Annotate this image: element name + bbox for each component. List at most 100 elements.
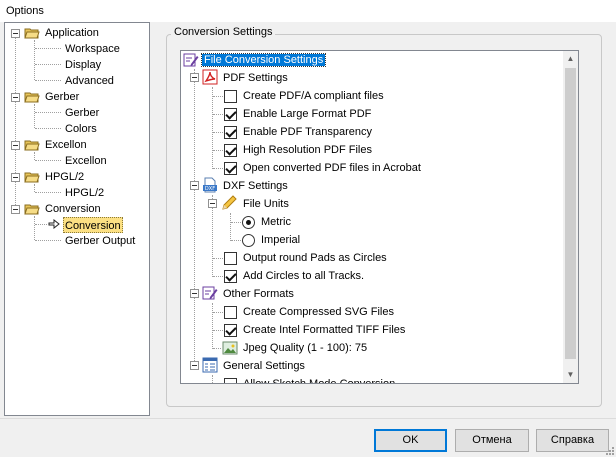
collapse-excellon-toggle[interactable] <box>11 141 20 150</box>
imperial-radio[interactable] <box>242 234 255 247</box>
conversion-settings-tree[interactable]: File Conversion Settings PDF Settings Cr… <box>180 50 579 384</box>
tree-line <box>213 114 223 115</box>
jpeg-quality-label[interactable]: Jpeg Quality (1 - 100): 75 <box>243 339 367 357</box>
intel-tiff-checkbox[interactable] <box>224 324 237 337</box>
tree-line <box>35 48 61 49</box>
tree-node-gerber-sub[interactable]: Gerber <box>65 105 99 121</box>
open-folder-icon <box>24 28 40 39</box>
pdf-transparency-label[interactable]: Enable PDF Transparency <box>243 123 372 141</box>
tree-line <box>35 160 61 161</box>
tree-line <box>35 224 47 225</box>
imperial-label[interactable]: Imperial <box>261 231 300 249</box>
pdf-settings-label[interactable]: PDF Settings <box>223 69 288 87</box>
collapse-gerber-toggle[interactable] <box>11 93 20 102</box>
tree-line <box>34 152 35 160</box>
collapse-hpgl-toggle[interactable] <box>11 173 20 182</box>
tree-node-advanced[interactable]: Advanced <box>65 73 114 89</box>
tree-node-excellon-sub[interactable]: Excellon <box>65 153 107 169</box>
large-format-pdf-checkbox[interactable] <box>224 108 237 121</box>
tree-line <box>231 240 241 241</box>
options-category-tree[interactable]: Application Workspace Display Advanced G… <box>4 22 150 416</box>
sketch-mode-label[interactable]: Allow Sketch Mode Conversion <box>243 375 395 383</box>
other-formats-label[interactable]: Other Formats <box>223 285 294 303</box>
file-units-label[interactable]: File Units <box>243 195 289 213</box>
tree-line <box>34 216 35 240</box>
dxf-icon: DXF <box>203 177 217 193</box>
root-node-label[interactable]: File Conversion Settings <box>200 53 327 67</box>
round-pads-as-circles-checkbox[interactable] <box>224 252 237 265</box>
tree-line <box>213 330 223 331</box>
circles-to-tracks-checkbox[interactable] <box>224 270 237 283</box>
window-title: Options <box>6 5 44 17</box>
pdfa-compliant-label[interactable]: Create PDF/A compliant files <box>243 87 384 105</box>
tree-line <box>35 64 61 65</box>
ok-button[interactable]: OK <box>374 429 447 452</box>
high-resolution-pdf-label[interactable]: High Resolution PDF Files <box>243 141 372 159</box>
svg-text:DXF: DXF <box>205 186 215 192</box>
tree-line <box>213 276 223 277</box>
scroll-down-arrow-icon[interactable]: ▼ <box>563 367 578 383</box>
dxf-settings-label[interactable]: DXF Settings <box>223 177 288 195</box>
tree-line <box>213 96 223 97</box>
tree-node-hpgl[interactable]: HPGL/2 <box>45 169 84 185</box>
collapse-dxf-toggle[interactable] <box>190 181 199 190</box>
collapse-other-formats-toggle[interactable] <box>190 289 199 298</box>
tree-line <box>213 132 223 133</box>
sketch-mode-checkbox[interactable] <box>224 378 237 383</box>
tree-node-excellon[interactable]: Excellon <box>45 137 87 153</box>
tree-node-conversion[interactable]: Conversion <box>45 201 101 217</box>
tree-line <box>34 40 35 80</box>
pdfa-compliant-checkbox[interactable] <box>224 90 237 103</box>
high-resolution-pdf-checkbox[interactable] <box>224 144 237 157</box>
help-button[interactable]: Справка <box>536 429 609 452</box>
tree-line <box>35 112 61 113</box>
tree-line <box>212 303 213 349</box>
tree-line <box>213 258 223 259</box>
compressed-svg-checkbox[interactable] <box>224 306 237 319</box>
tree-node-display[interactable]: Display <box>65 57 101 73</box>
intel-tiff-label[interactable]: Create Intel Formatted TIFF Files <box>243 321 405 339</box>
tree-line <box>35 192 61 193</box>
scrollbar-thumb[interactable] <box>565 68 576 359</box>
tree-node-gerber-output[interactable]: Gerber Output <box>65 233 135 249</box>
pdf-transparency-checkbox[interactable] <box>224 126 237 139</box>
open-folder-icon <box>24 172 40 183</box>
tree-node-colors[interactable]: Colors <box>65 121 97 137</box>
arrow-right-icon <box>48 219 60 229</box>
large-format-pdf-label[interactable]: Enable Large Format PDF <box>243 105 371 123</box>
tree-node-conversion-selected[interactable]: Conversion <box>63 217 123 233</box>
compressed-svg-label[interactable]: Create Compressed SVG Files <box>243 303 394 321</box>
open-in-acrobat-label[interactable]: Open converted PDF files in Acrobat <box>243 159 421 177</box>
circles-to-tracks-label[interactable]: Add Circles to all Tracks. <box>243 267 364 285</box>
scroll-up-arrow-icon[interactable]: ▲ <box>563 51 578 67</box>
settings-scrollbar[interactable]: ▲ ▼ <box>563 51 578 383</box>
resize-grip-icon[interactable] <box>604 445 614 455</box>
collapse-pdf-toggle[interactable] <box>190 73 199 82</box>
tree-line <box>35 128 61 129</box>
collapse-conversion-toggle[interactable] <box>11 205 20 214</box>
collapse-file-units-toggle[interactable] <box>208 199 217 208</box>
collapse-application-toggle[interactable] <box>11 29 20 38</box>
tree-line <box>213 312 223 313</box>
round-pads-as-circles-label[interactable]: Output round Pads as Circles <box>243 249 387 267</box>
tree-line <box>230 213 231 241</box>
tree-node-hpgl-sub[interactable]: HPGL/2 <box>65 185 104 201</box>
tree-node-workspace[interactable]: Workspace <box>65 41 120 57</box>
metric-label[interactable]: Metric <box>261 213 291 231</box>
tree-node-application[interactable]: Application <box>45 25 99 41</box>
metric-radio[interactable] <box>242 216 255 229</box>
collapse-general-settings-toggle[interactable] <box>190 361 199 370</box>
pencil-icon <box>222 195 237 210</box>
open-in-acrobat-checkbox[interactable] <box>224 162 237 175</box>
settings-edit-icon <box>202 286 218 300</box>
cancel-button[interactable]: Отмена <box>455 429 529 452</box>
tree-line <box>194 69 195 369</box>
tree-node-gerber[interactable]: Gerber <box>45 89 79 105</box>
group-title: Conversion Settings <box>171 26 276 38</box>
image-icon <box>222 341 238 355</box>
settings-edit-icon <box>183 53 199 67</box>
general-settings-label[interactable]: General Settings <box>223 357 305 375</box>
tree-line <box>213 150 223 151</box>
tree-line <box>34 184 35 192</box>
pdf-icon <box>202 69 218 85</box>
